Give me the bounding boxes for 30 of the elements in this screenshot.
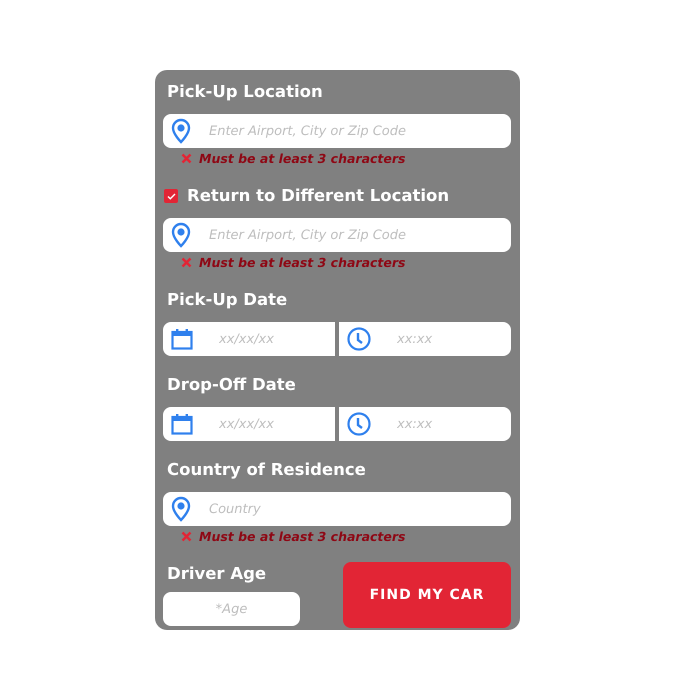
field-label: Pick-Up Location [167,81,324,103]
error-icon [181,152,192,164]
error-message: Must be at least 3 characters [199,528,406,544]
age-input[interactable]: *Age [163,592,300,626]
time-input[interactable]: xx:xx [339,407,511,441]
field-label: Drop-Off Date [167,374,297,396]
checkbox[interactable] [164,189,178,203]
field-label: Pick-Up Date [167,289,288,311]
location-input[interactable]: Enter Airport, City or Zip Code [163,114,511,148]
error-message: Must be at least 3 characters [199,254,406,270]
location-pin-icon [171,222,191,248]
location-input[interactable]: Enter Airport, City or Zip Code [163,218,511,252]
clock-icon [347,327,371,351]
field-label: Country of Residence [167,459,367,481]
clock-icon [347,412,371,436]
checkmark-icon [166,192,176,200]
checkbox-label: Return to Different Location [187,185,450,207]
date-input[interactable]: xx/xx/xx [163,322,335,356]
date-input[interactable]: xx/xx/xx [163,407,335,441]
time-input[interactable]: xx:xx [339,322,511,356]
error-message: Must be at least 3 characters [199,150,406,166]
error-icon [181,530,192,542]
calendar-icon [171,413,193,435]
location-input[interactable]: Country [163,492,511,526]
location-pin-icon [171,496,191,522]
calendar-icon [171,328,193,350]
location-pin-icon [171,118,191,144]
error-icon [181,256,192,268]
find-car-button[interactable]: FIND MY CAR [343,562,511,628]
field-label: Driver Age [167,563,268,585]
